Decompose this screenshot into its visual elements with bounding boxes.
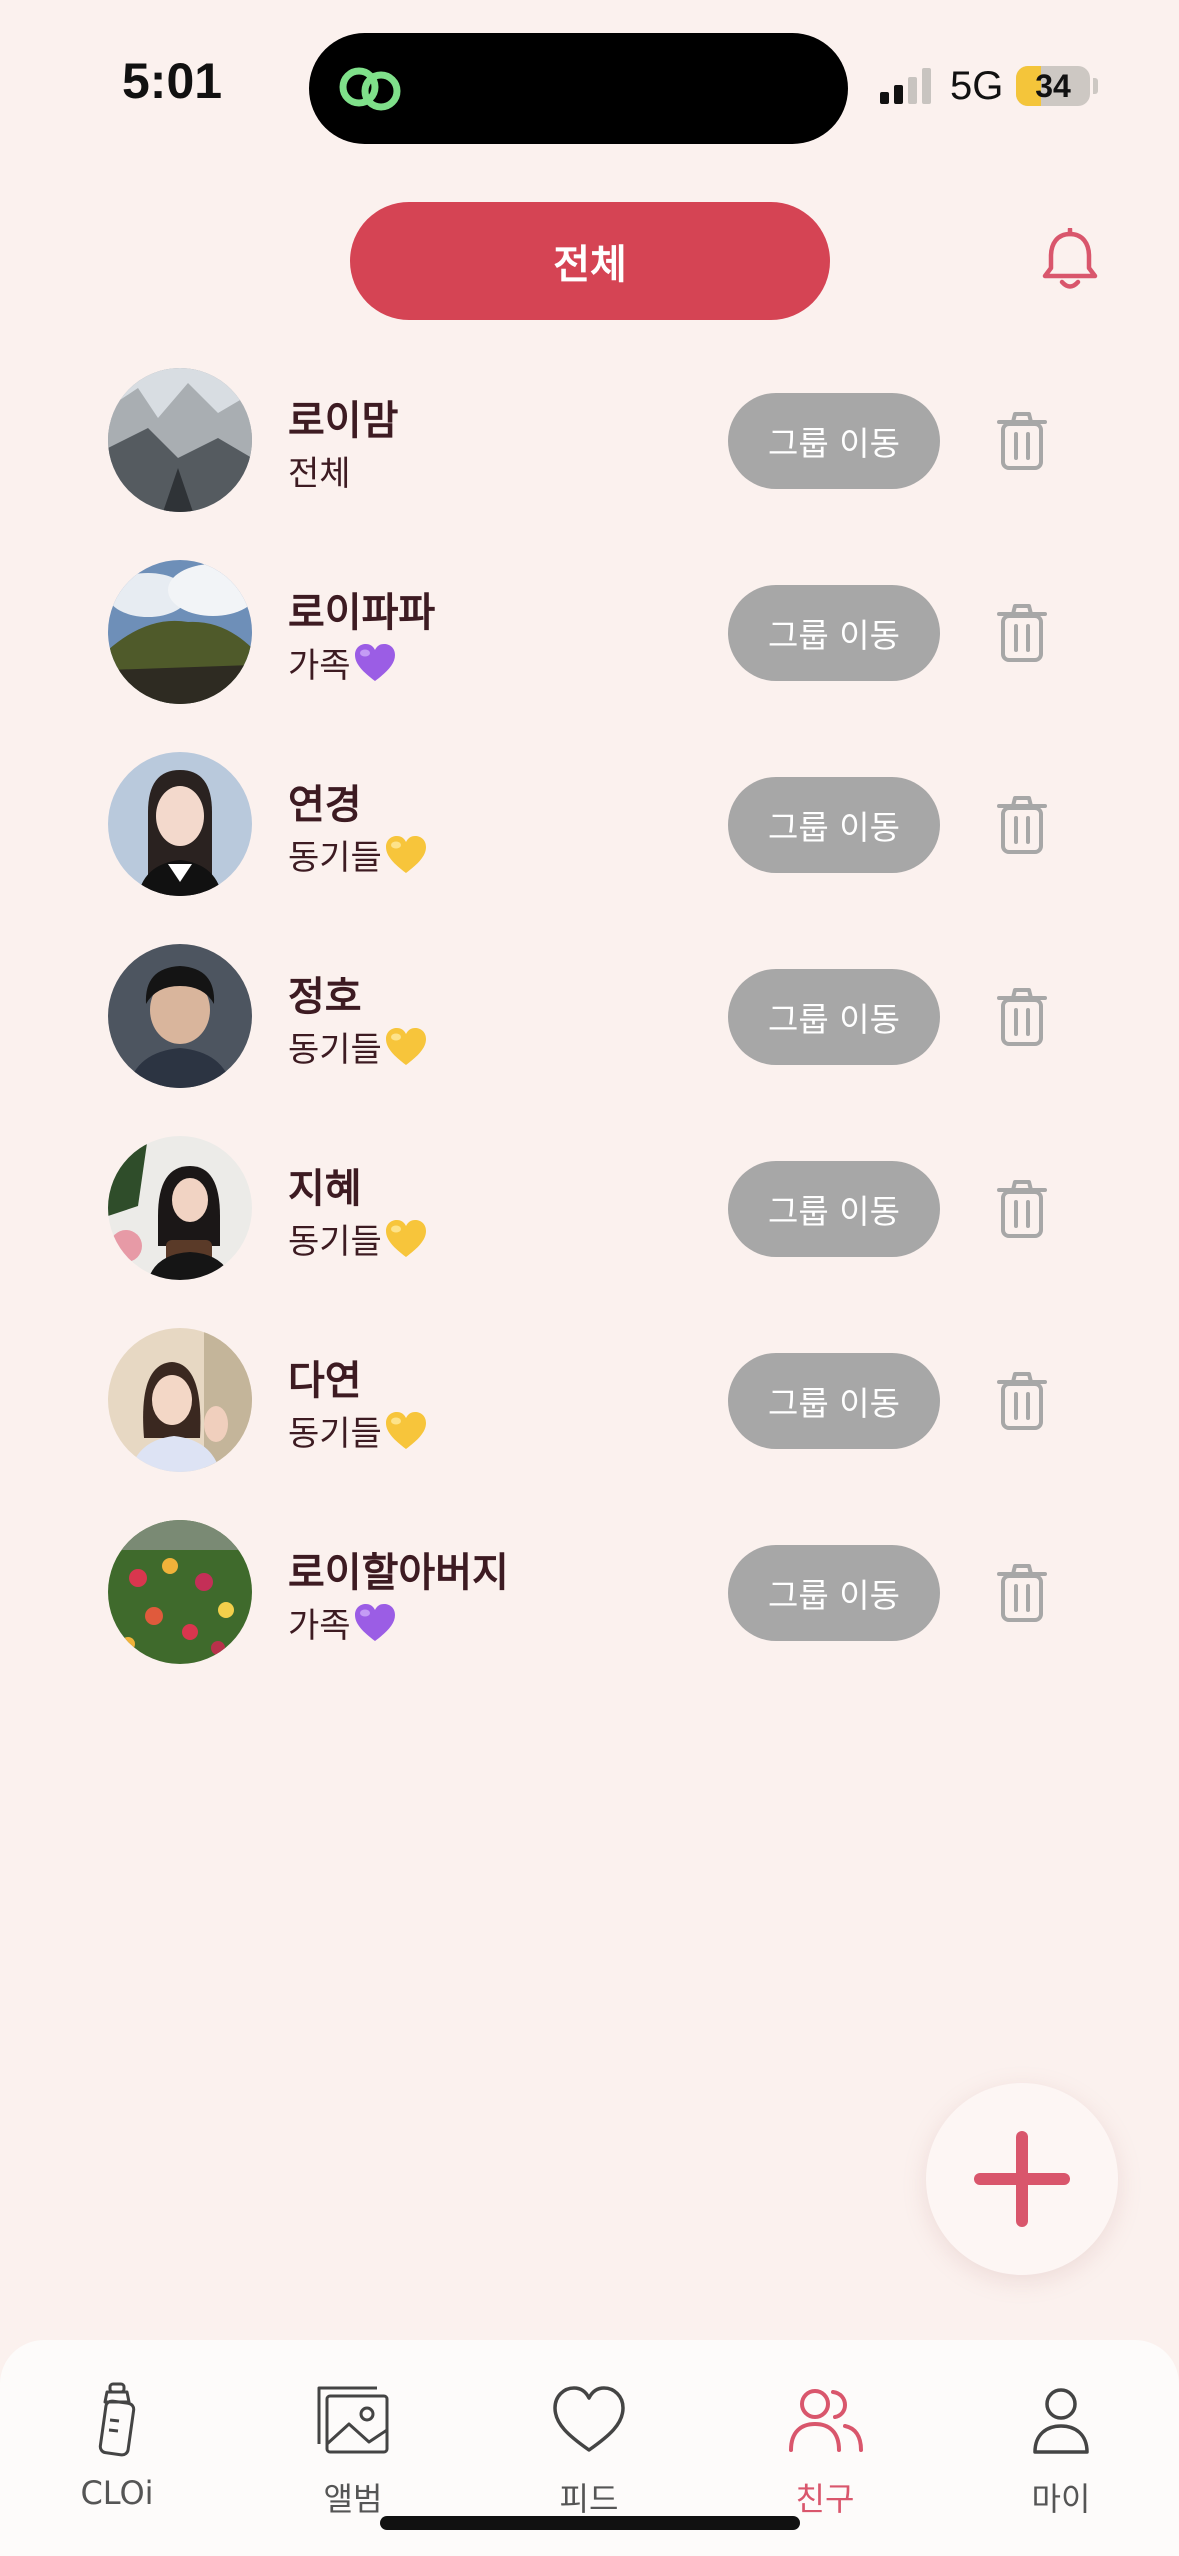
friend-group-label: 동기들 (288, 1030, 382, 1070)
yellow-heart-icon (385, 1219, 426, 1257)
friend-group-label: 동기들 (288, 1222, 382, 1262)
tab-cloi[interactable]: CLOi (37, 2380, 197, 2530)
friend-row: 로이맘 전체 그룹 이동 (0, 360, 1179, 552)
tab-friends[interactable]: 친구 (745, 2380, 905, 2530)
trash-icon[interactable] (996, 986, 1048, 1048)
avatar-image (108, 1520, 252, 1664)
trash-icon[interactable] (996, 1178, 1048, 1240)
battery-icon: 34 (1016, 66, 1090, 106)
link-app-icon (339, 67, 401, 111)
avatar-image (108, 1328, 252, 1472)
friend-row: 지혜 동기들 그룹 이동 (0, 1128, 1179, 1320)
avatar[interactable] (108, 1520, 252, 1664)
avatar-image (108, 368, 252, 512)
friend-group-label: 동기들 (288, 838, 382, 878)
avatar[interactable] (108, 1136, 252, 1280)
friend-group: 가족 (288, 1598, 397, 1647)
bell-icon[interactable] (1040, 228, 1100, 294)
trash-icon[interactable] (996, 410, 1048, 472)
friend-group-label: 전체 (288, 454, 351, 494)
tab-label: 피드 (559, 2480, 619, 2518)
person-icon (1033, 2388, 1089, 2454)
battery-nub (1093, 78, 1098, 94)
network-label: 5G (950, 64, 1004, 108)
friend-name: 정호 (288, 974, 362, 1020)
avatar-image (108, 752, 252, 896)
baby-bottle-icon (98, 2382, 136, 2457)
friend-name: 지혜 (288, 1166, 362, 1212)
move-group-button[interactable]: 그룹 이동 (728, 393, 940, 489)
move-group-button[interactable]: 그룹 이동 (728, 969, 940, 1065)
friend-group: 동기들 (288, 830, 428, 879)
friend-name: 로이맘 (288, 398, 399, 444)
friend-row: 로이파파 가족 그룹 이동 (0, 552, 1179, 744)
heart-icon (553, 2386, 625, 2452)
friends-icon (789, 2389, 863, 2452)
move-group-button[interactable]: 그룹 이동 (728, 585, 940, 681)
yellow-heart-icon (385, 1027, 426, 1065)
friend-name: 로이파파 (288, 590, 436, 636)
friend-name: 연경 (288, 782, 362, 828)
friend-row: 정호 동기들 그룹 이동 (0, 936, 1179, 1128)
move-group-button[interactable]: 그룹 이동 (728, 1161, 940, 1257)
status-time: 5:01 (122, 53, 223, 109)
avatar[interactable] (108, 368, 252, 512)
purple-heart-icon (354, 1603, 395, 1641)
avatar[interactable] (108, 1328, 252, 1472)
group-filter-button[interactable]: 전체 (350, 202, 830, 320)
friend-group-label: 동기들 (288, 1414, 382, 1454)
yellow-heart-icon (385, 1411, 426, 1449)
avatar[interactable] (108, 944, 252, 1088)
status-bar: 5:01 5G 34 (0, 0, 1179, 160)
friend-group: 전체 (288, 446, 351, 495)
trash-icon[interactable] (996, 602, 1048, 664)
friend-group: 동기들 (288, 1406, 428, 1455)
battery-level: 34 (1035, 68, 1071, 104)
move-group-button[interactable]: 그룹 이동 (728, 777, 940, 873)
friend-group: 동기들 (288, 1022, 428, 1071)
friend-row: 다연 동기들 그룹 이동 (0, 1320, 1179, 1512)
album-icon (317, 2386, 389, 2454)
avatar-image (108, 944, 252, 1088)
friend-group: 동기들 (288, 1214, 428, 1263)
tab-label: 친구 (795, 2480, 855, 2518)
friend-list: 로이맘 전체 그룹 이동 로이파파 가족 그룹 이동 연경 동기들 그룹 이동 … (0, 360, 1179, 1704)
tab-my[interactable]: 마이 (981, 2380, 1141, 2530)
avatar[interactable] (108, 560, 252, 704)
yellow-heart-icon (385, 835, 426, 873)
avatar-image (108, 1136, 252, 1280)
purple-heart-icon (354, 643, 395, 681)
trash-icon[interactable] (996, 1562, 1048, 1624)
tab-label: CLOi (80, 2474, 154, 2512)
tab-album[interactable]: 앨범 (273, 2380, 433, 2530)
friend-row: 로이할아버지 가족 그룹 이동 (0, 1512, 1179, 1704)
move-group-button[interactable]: 그룹 이동 (728, 1353, 940, 1449)
friend-row: 연경 동기들 그룹 이동 (0, 744, 1179, 936)
friend-group-label: 가족 (288, 1606, 351, 1646)
friend-group-label: 가족 (288, 646, 351, 686)
tab-label: 마이 (1031, 2480, 1091, 2518)
friend-name: 로이할아버지 (288, 1550, 509, 1596)
tab-label: 앨범 (323, 2480, 383, 2518)
avatar-image (108, 560, 252, 704)
dynamic-island (309, 33, 848, 144)
home-indicator (380, 2516, 800, 2530)
add-friend-button[interactable] (926, 2083, 1118, 2275)
trash-icon[interactable] (996, 794, 1048, 856)
plus-icon (974, 2131, 1070, 2227)
friend-group: 가족 (288, 638, 397, 687)
friend-name: 다연 (288, 1358, 362, 1404)
trash-icon[interactable] (996, 1370, 1048, 1432)
tab-feed[interactable]: 피드 (509, 2380, 669, 2530)
signal-icon (880, 68, 931, 104)
avatar[interactable] (108, 752, 252, 896)
move-group-button[interactable]: 그룹 이동 (728, 1545, 940, 1641)
